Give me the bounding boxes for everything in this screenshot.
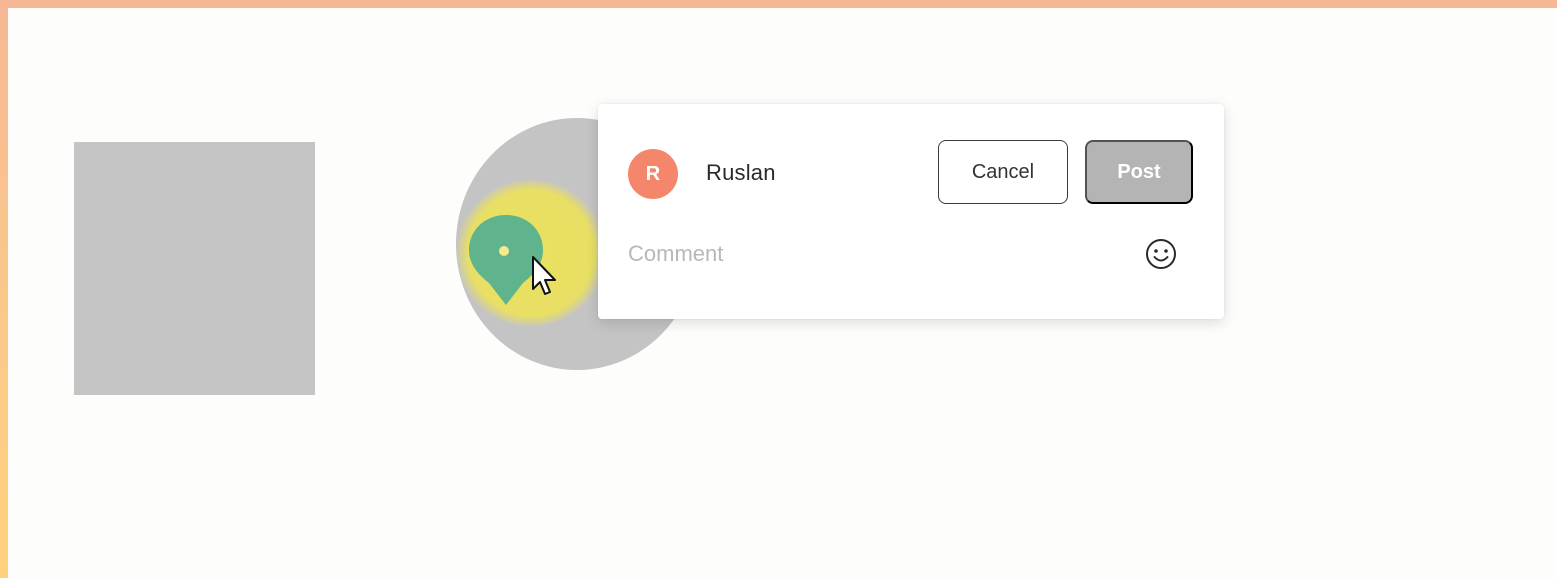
cancel-button[interactable]: Cancel [938, 140, 1068, 204]
user-name: Ruslan [706, 160, 776, 185]
post-button[interactable]: Post [1085, 140, 1193, 204]
comment-input[interactable] [628, 234, 1108, 274]
arrow-cursor-icon [532, 256, 556, 295]
avatar-initial: R [645, 162, 661, 185]
smiley-icon[interactable] [1143, 236, 1179, 272]
rectangle-shape[interactable] [74, 142, 315, 395]
avatar: R [628, 149, 678, 199]
comment-popover: R Ruslan Cancel Post [598, 104, 1224, 319]
